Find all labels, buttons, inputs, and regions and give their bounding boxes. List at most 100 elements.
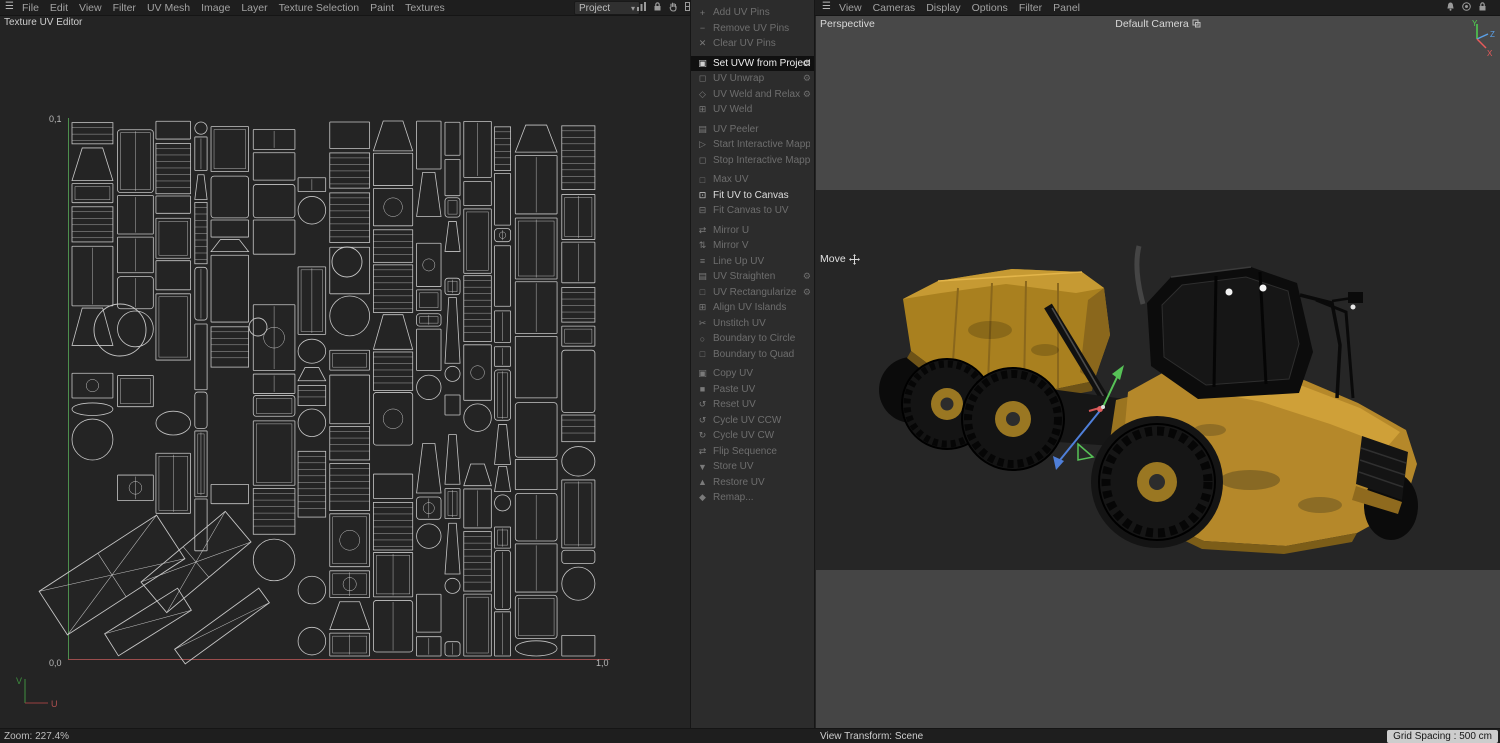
record-icon[interactable] bbox=[1461, 1, 1472, 12]
viewport-menu-panel[interactable]: Panel bbox=[1053, 2, 1080, 14]
mirror-u-icon: ⇄ bbox=[696, 225, 709, 236]
boundary-to-circle-icon: ○ bbox=[696, 334, 709, 344]
uv-editor-panel: Texture UV Editor 0,1 0,0 1,0 V U bbox=[0, 15, 691, 728]
unstitch-uv-icon: ✂ bbox=[696, 318, 709, 329]
command-label: Cycle UV CCW bbox=[713, 415, 781, 426]
menu-texture-selection[interactable]: Texture Selection bbox=[279, 2, 360, 14]
exhaust-pipe bbox=[1137, 246, 1143, 304]
uv-peeler-icon: ▤ bbox=[696, 124, 709, 135]
command-label: UV Rectangularize bbox=[713, 287, 796, 298]
uv-corner-bottom-left: 0,0 bbox=[49, 658, 62, 668]
uv-command-set-uvw-from-projection[interactable]: ▣Set UVW from Projection⚙ bbox=[691, 56, 814, 72]
uv-command-copy-uv: ▣ Copy UV bbox=[691, 366, 814, 382]
hand-icon[interactable] bbox=[668, 1, 679, 12]
v-axis-label: V bbox=[16, 676, 22, 686]
reset-uv-icon: ↺ bbox=[696, 399, 709, 410]
uv-command-uv-rectangularize: □UV Rectangularize⚙ bbox=[691, 285, 814, 301]
truck-model[interactable] bbox=[879, 246, 1418, 554]
mirror-v-icon: ⇅ bbox=[696, 240, 709, 251]
viewport-hamburger-icon[interactable]: ☰ bbox=[822, 1, 831, 12]
chart-icon[interactable] bbox=[636, 1, 647, 12]
orientation-gizmo[interactable]: Y Z X bbox=[1457, 17, 1497, 65]
uv-command-mirror-v: ⇅Mirror V bbox=[691, 238, 814, 254]
uv-command-uv-unwrap: ◻UV Unwrap⚙ bbox=[691, 71, 814, 87]
command-label: UV Straighten bbox=[713, 271, 775, 282]
command-label: Clear UV Pins bbox=[713, 38, 776, 49]
menu-view[interactable]: View bbox=[79, 2, 102, 14]
command-label: Set UVW from Projection bbox=[713, 58, 810, 69]
command-label: Paste UV bbox=[713, 384, 755, 395]
viewport-menu-filter[interactable]: Filter bbox=[1019, 2, 1042, 14]
bell-icon[interactable] bbox=[1445, 1, 1456, 12]
viewport-3d-canvas[interactable] bbox=[816, 15, 1500, 728]
viewport-menu-options[interactable]: Options bbox=[972, 2, 1008, 14]
headlight bbox=[1226, 289, 1233, 296]
uv-command-restore-uv: ▲Restore UV bbox=[691, 475, 814, 491]
uv-canvas-svg[interactable] bbox=[0, 15, 690, 728]
menu-image[interactable]: Image bbox=[201, 2, 230, 14]
lock-icon[interactable] bbox=[1477, 1, 1488, 12]
line-up-uv-icon: ≡ bbox=[696, 256, 709, 266]
uv-rectangularize-icon: □ bbox=[696, 287, 709, 297]
uv-command-cycle-uv-cw: ↻Cycle UV CW bbox=[691, 428, 814, 444]
uv-command-clear-uv-pins: ✕Clear UV Pins bbox=[691, 36, 814, 52]
uv-command-unstitch-uv: ✂Unstitch UV bbox=[691, 316, 814, 332]
add-uv-pins-icon: + bbox=[696, 8, 709, 18]
gear-icon[interactable]: ⚙ bbox=[803, 58, 811, 69]
lock-icon[interactable] bbox=[652, 1, 663, 12]
uv-command-boundary-to-circle: ○Boundary to Circle bbox=[691, 331, 814, 347]
menu-uv-mesh[interactable]: UV Mesh bbox=[147, 2, 190, 14]
uv-command-line-up-uv: ≡ Line Up UV bbox=[691, 254, 814, 270]
fit-canvas-to-uv-icon: ⊟ bbox=[696, 205, 709, 216]
menu-layer[interactable]: Layer bbox=[241, 2, 267, 14]
truck-cab bbox=[1147, 267, 1313, 399]
remove-uv-pins-icon: − bbox=[696, 23, 709, 33]
hamburger-icon[interactable]: ☰ bbox=[5, 1, 14, 12]
menu-edit[interactable]: Edit bbox=[50, 2, 68, 14]
max-uv-icon: □ bbox=[696, 175, 709, 185]
viewport-camera-label[interactable]: Default Camera bbox=[816, 18, 1500, 30]
menu-file[interactable]: File bbox=[22, 2, 39, 14]
uv-command-uv-weld: ⊞ UV Weld bbox=[691, 102, 814, 118]
z-axis-label: Z bbox=[1490, 30, 1495, 39]
uv-weld-icon: ⊞ bbox=[696, 104, 709, 115]
viewport-menu-view[interactable]: View bbox=[839, 2, 862, 14]
copy-uv-icon: ▣ bbox=[696, 368, 709, 379]
store-uv-icon: ▼ bbox=[696, 462, 709, 472]
command-label: UV Weld bbox=[713, 104, 752, 115]
command-label: Fit Canvas to UV bbox=[713, 205, 789, 216]
boundary-to-quad-icon: □ bbox=[696, 349, 709, 359]
command-label: Align UV Islands bbox=[713, 302, 786, 313]
gear-icon: ⚙ bbox=[803, 73, 811, 84]
uv-command-uv-weld-and-relax: ◇UV Weld and Relax⚙ bbox=[691, 87, 814, 103]
uv-commands-list: +Add UV Pins−Remove UV Pins✕Clear UV Pin… bbox=[691, 0, 814, 506]
menu-textures[interactable]: Textures bbox=[405, 2, 445, 14]
camera-switch-icon bbox=[1192, 19, 1201, 28]
view-transform-label: View Transform: Scene bbox=[820, 731, 923, 742]
viewport-menu-display[interactable]: Display bbox=[926, 2, 960, 14]
uv-command-uv-straighten: ▤UV Straighten⚙ bbox=[691, 269, 814, 285]
uv-command-stop-interactive-mapping: ◻Stop Interactive Mapping bbox=[691, 153, 814, 169]
uv-command-align-uv-islands: ⊞Align UV Islands bbox=[691, 300, 814, 316]
menu-paint[interactable]: Paint bbox=[370, 2, 394, 14]
command-label: Copy UV bbox=[713, 368, 753, 379]
project-dropdown[interactable]: Project ▾ bbox=[574, 1, 640, 15]
side-mirror bbox=[1348, 292, 1363, 303]
uv-command-mirror-u: ⇄Mirror U bbox=[691, 223, 814, 239]
uv-corner-top-left: 0,1 bbox=[49, 114, 62, 124]
status-bar: Zoom: 227.4% View Transform: Scene Grid … bbox=[0, 728, 1500, 743]
viewport-menu-cameras[interactable]: Cameras bbox=[873, 2, 916, 14]
command-label: Line Up UV bbox=[713, 256, 764, 267]
menu-filter[interactable]: Filter bbox=[113, 2, 136, 14]
app-window: ☰ FileEditViewFilterUV MeshImageLayerTex… bbox=[0, 0, 1500, 743]
front-wheel bbox=[1099, 424, 1215, 540]
uv-corner-bottom-right: 1,0 bbox=[596, 658, 609, 668]
command-label: UV Peeler bbox=[713, 124, 759, 135]
viewport-panel[interactable]: Perspective Default Camera Move Y Z X bbox=[816, 15, 1500, 728]
rear-wheel-2 bbox=[962, 368, 1064, 470]
uv-command-fit-uv-to-canvas[interactable]: ⊡Fit UV to Canvas bbox=[691, 188, 814, 204]
stop-interactive-mapping-icon: ◻ bbox=[696, 155, 709, 166]
cycle-uv-cw-icon: ↻ bbox=[696, 430, 709, 441]
uv-command-store-uv: ▼Store UV bbox=[691, 459, 814, 475]
grid-spacing-label: Grid Spacing : 500 cm bbox=[1387, 730, 1498, 743]
